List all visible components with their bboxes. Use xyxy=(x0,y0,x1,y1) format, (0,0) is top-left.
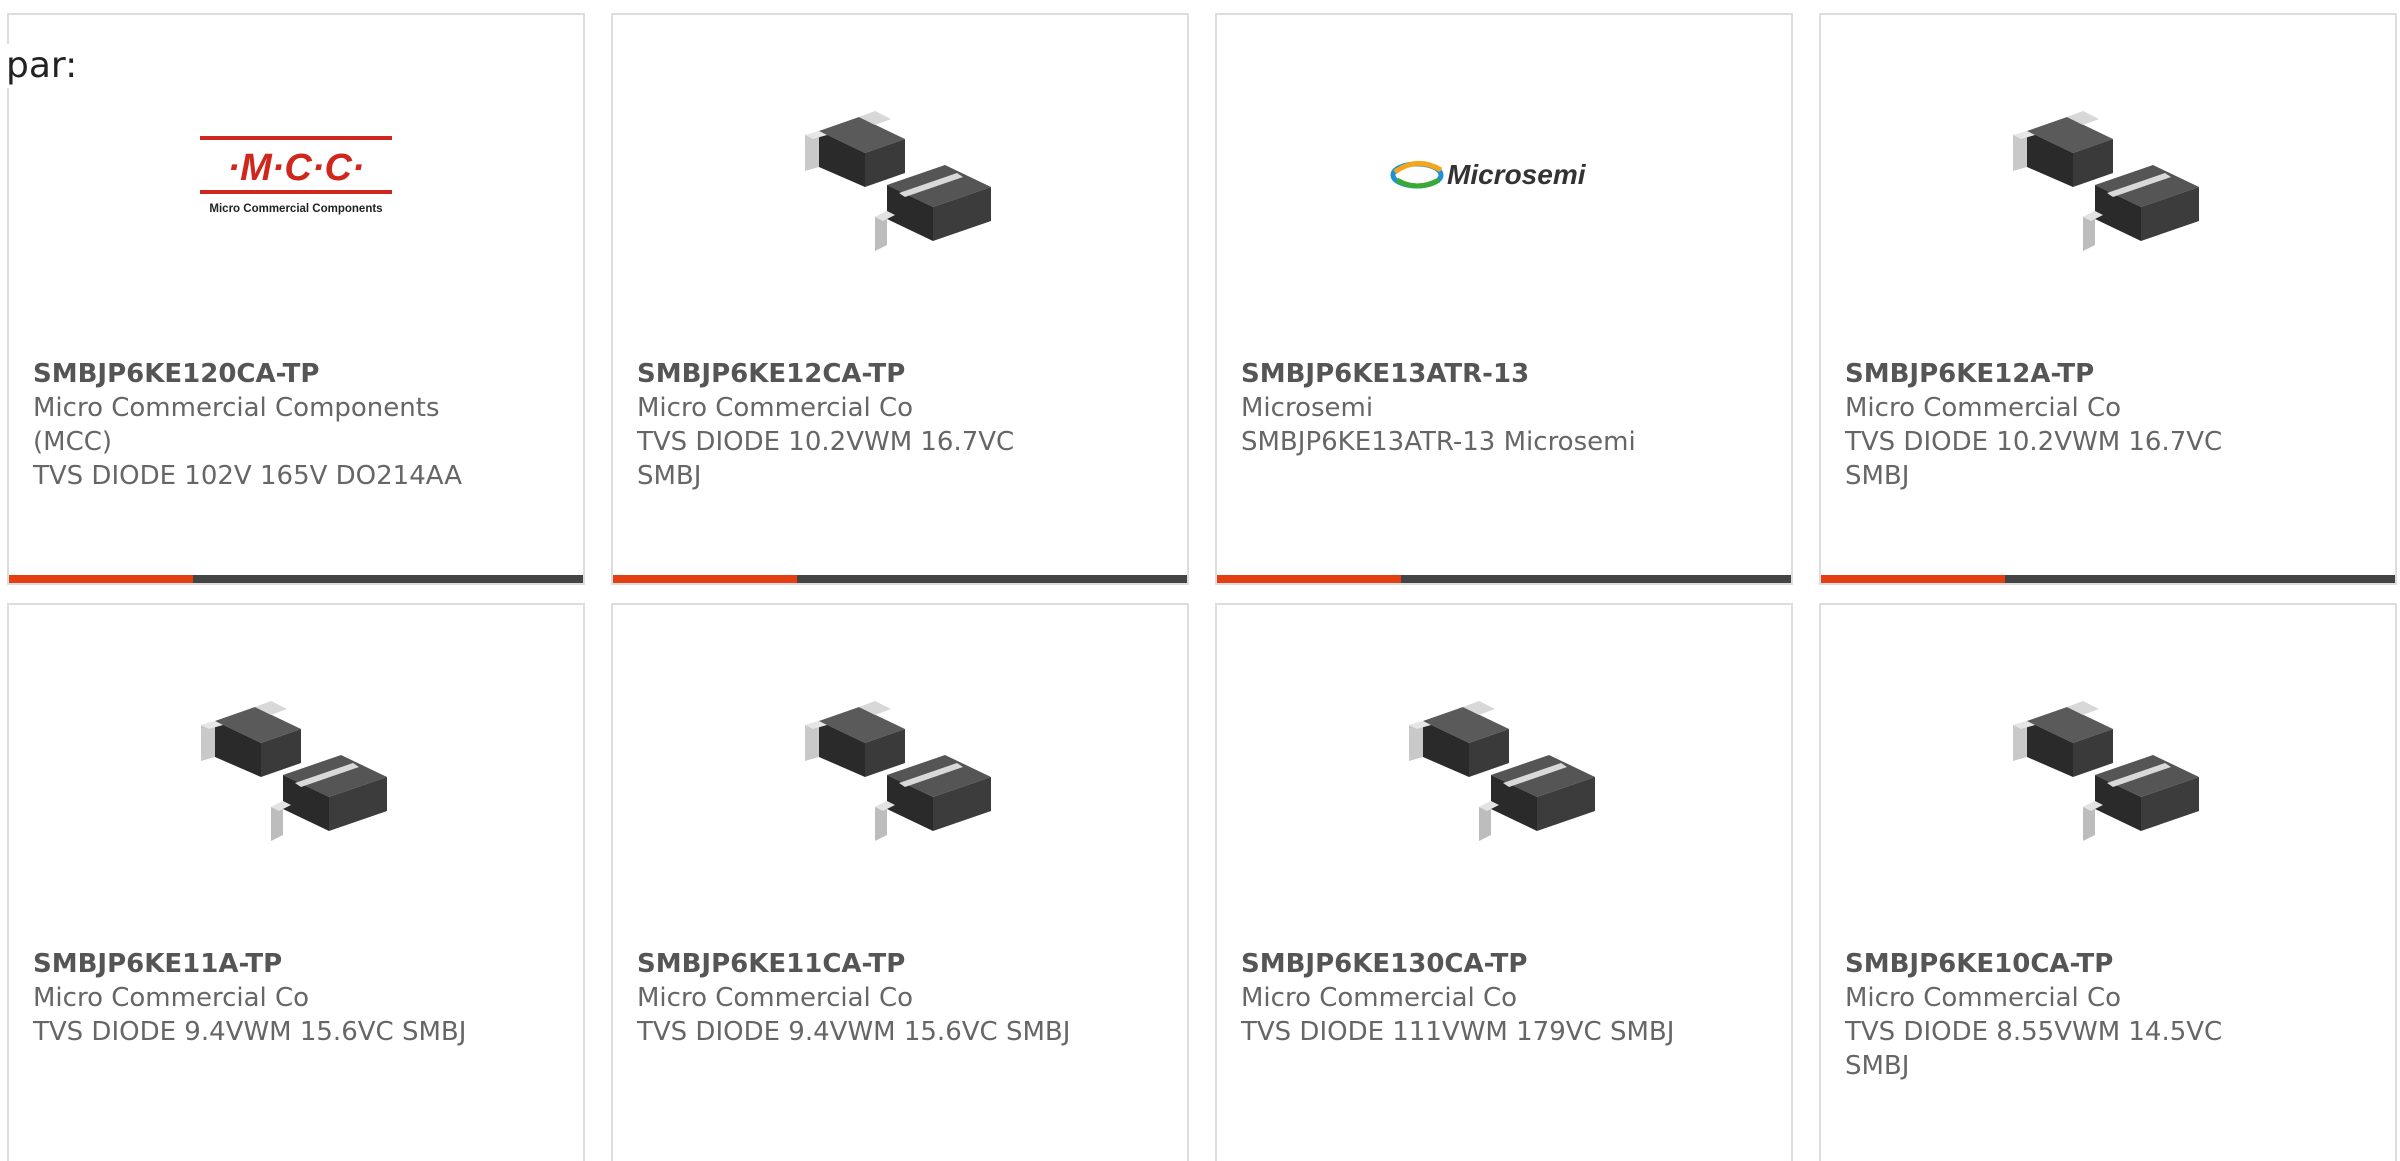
microsemi-logo: Microsemi xyxy=(1390,159,1587,190)
card-accent-bar xyxy=(1821,575,2395,583)
diode-package-icon xyxy=(805,111,991,251)
product-description: TVS DIODE 9.4VWM 15.6VC SMBJ xyxy=(637,1017,1071,1047)
part-number-link[interactable]: SMBJP6KE11CA-TP xyxy=(637,947,1077,981)
product-info: SMBJP6KE13ATR-13 Microsemi SMBJP6KE13ATR… xyxy=(1241,357,1681,459)
product-thumbnail[interactable] xyxy=(9,665,583,865)
svg-text:Microsemi: Microsemi xyxy=(1447,159,1587,190)
manufacturer-name: Micro Commercial Co xyxy=(1845,983,2122,1013)
manufacturer-name: Micro Commercial Co xyxy=(637,983,914,1013)
product-card[interactable]: ·M·C·C· Micro Commercial Components SMBJ… xyxy=(7,13,585,585)
part-number-link[interactable]: SMBJP6KE10CA-TP xyxy=(1845,947,2285,981)
card-accent-bar xyxy=(613,575,1187,583)
mcc-logo: ·M·C·C· Micro Commercial Components xyxy=(200,136,392,215)
product-description: TVS DIODE 8.55VWM 14.5VC SMBJ xyxy=(1845,1017,2223,1081)
product-thumbnail[interactable] xyxy=(1821,75,2395,275)
product-description: TVS DIODE 9.4VWM 15.6VC SMBJ xyxy=(33,1017,467,1047)
card-accent-bar xyxy=(9,575,583,583)
product-card[interactable]: SMBJP6KE10CA-TP Micro Commercial Co TVS … xyxy=(1819,603,2397,1161)
product-info: SMBJP6KE12CA-TP Micro Commercial Co TVS … xyxy=(637,357,1077,493)
product-thumbnail[interactable]: Microsemi xyxy=(1217,75,1791,275)
product-grid-page: par: ·M·C·C· Micro Commercial Components… xyxy=(0,0,2400,1161)
product-card[interactable]: SMBJP6KE11A-TP Micro Commercial Co TVS D… xyxy=(7,603,585,1161)
product-thumbnail[interactable] xyxy=(1821,665,2395,865)
part-number-link[interactable]: SMBJP6KE12A-TP xyxy=(1845,357,2285,391)
svg-text:Micro Commercial Components: Micro Commercial Components xyxy=(209,203,382,215)
part-number-link[interactable]: SMBJP6KE130CA-TP xyxy=(1241,947,1681,981)
product-thumbnail[interactable] xyxy=(613,665,1187,865)
card-accent-bar xyxy=(1217,575,1791,583)
product-description: TVS DIODE 111VWM 179VC SMBJ xyxy=(1241,1017,1675,1047)
product-info: SMBJP6KE12A-TP Micro Commercial Co TVS D… xyxy=(1845,357,2285,493)
product-description: TVS DIODE 10.2VWM 16.7VC SMBJ xyxy=(637,427,1015,491)
product-card[interactable]: SMBJP6KE12A-TP Micro Commercial Co TVS D… xyxy=(1819,13,2397,585)
product-thumbnail[interactable] xyxy=(613,75,1187,275)
product-card[interactable]: SMBJP6KE11CA-TP Micro Commercial Co TVS … xyxy=(611,603,1189,1161)
part-number-link[interactable]: SMBJP6KE12CA-TP xyxy=(637,357,1077,391)
product-description: TVS DIODE 10.2VWM 16.7VC SMBJ xyxy=(1845,427,2223,491)
product-info: SMBJP6KE130CA-TP Micro Commercial Co TVS… xyxy=(1241,947,1681,1049)
product-card[interactable]: SMBJP6KE130CA-TP Micro Commercial Co TVS… xyxy=(1215,603,1793,1161)
product-info: SMBJP6KE11A-TP Micro Commercial Co TVS D… xyxy=(33,947,473,1049)
diode-package-icon xyxy=(1409,701,1595,841)
diode-package-icon xyxy=(201,701,387,841)
manufacturer-name: Micro Commercial Co xyxy=(33,983,310,1013)
part-number-link[interactable]: SMBJP6KE11A-TP xyxy=(33,947,473,981)
part-number-link[interactable]: SMBJP6KE13ATR-13 xyxy=(1241,357,1681,391)
diode-package-icon xyxy=(805,701,991,841)
product-description: TVS DIODE 102V 165V DO214AA xyxy=(33,461,463,491)
manufacturer-name: Micro Commercial Co xyxy=(1241,983,1518,1013)
svg-text:·M·C·C·: ·M·C·C· xyxy=(227,147,364,189)
product-info: SMBJP6KE11CA-TP Micro Commercial Co TVS … xyxy=(637,947,1077,1049)
prefix-label: par: xyxy=(6,44,82,88)
manufacturer-name: Microsemi xyxy=(1241,393,1374,423)
product-info: SMBJP6KE120CA-TP Micro Commercial Compon… xyxy=(33,357,473,493)
product-thumbnail[interactable] xyxy=(1217,665,1791,865)
product-description: SMBJP6KE13ATR-13 Microsemi xyxy=(1241,427,1636,457)
product-thumbnail[interactable]: ·M·C·C· Micro Commercial Components xyxy=(9,75,583,275)
part-number-link[interactable]: SMBJP6KE120CA-TP xyxy=(33,357,473,391)
manufacturer-name: Micro Commercial Co xyxy=(1845,393,2122,423)
diode-package-icon xyxy=(2013,111,2199,251)
manufacturer-name: Micro Commercial Components (MCC) xyxy=(33,393,440,457)
product-card[interactable]: SMBJP6KE12CA-TP Micro Commercial Co TVS … xyxy=(611,13,1189,585)
product-card[interactable]: Microsemi SMBJP6KE13ATR-13 Microsemi SMB… xyxy=(1215,13,1793,585)
manufacturer-name: Micro Commercial Co xyxy=(637,393,914,423)
product-info: SMBJP6KE10CA-TP Micro Commercial Co TVS … xyxy=(1845,947,2285,1083)
diode-package-icon xyxy=(2013,701,2199,841)
